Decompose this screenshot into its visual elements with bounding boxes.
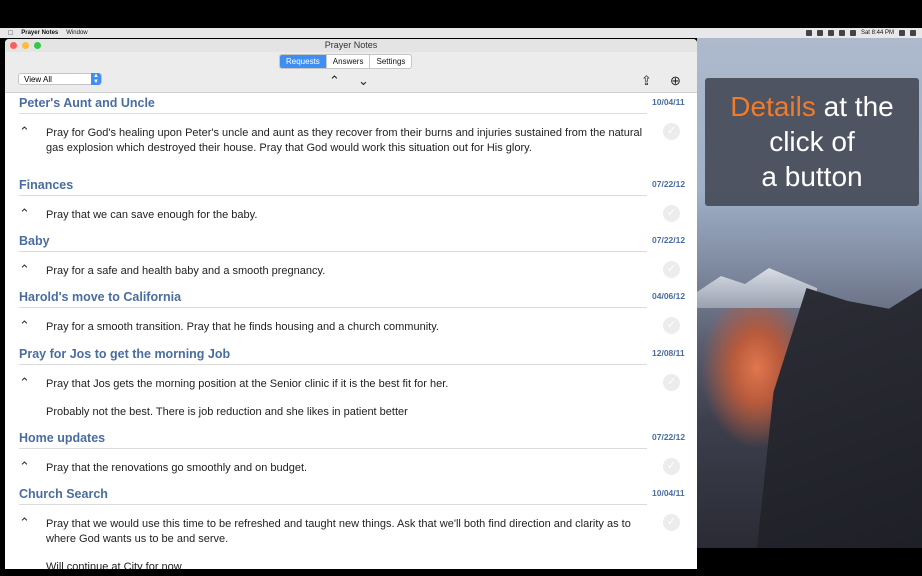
item-text: Pray for a smooth transition. Pray that …	[46, 321, 439, 333]
item-date: 10/04/11	[652, 97, 685, 107]
item-text: Pray that the renovations go smoothly an…	[46, 462, 308, 474]
view-filter-select[interactable]: View All ▲ ▼	[18, 73, 102, 85]
window-titlebar[interactable]: Prayer Notes	[5, 39, 697, 52]
item-note: Probably not the best. There is job redu…	[46, 406, 408, 418]
item-title: Church Search	[19, 487, 108, 501]
divider	[19, 504, 647, 505]
promo-line3: a button	[761, 161, 863, 192]
item-date: 04/06/12	[652, 291, 686, 301]
item-text: Pray for a safe and health baby and a sm…	[46, 265, 326, 277]
close-icon[interactable]	[10, 42, 17, 49]
item-text: Pray for God's healing upon Peter's uncl…	[46, 127, 643, 154]
item-date: 07/22/12	[652, 179, 686, 189]
divider	[19, 448, 647, 449]
divider	[19, 364, 647, 365]
item-title: Peter's Aunt and Uncle	[19, 96, 155, 110]
collapse-chevron-icon[interactable]: ⌃	[19, 207, 30, 220]
menubar-status-area: Sat 8:44 PM	[805, 28, 916, 38]
menubar-window-menu[interactable]: Window	[66, 30, 87, 36]
macos-menubar:  Prayer Notes Window Sat 8:44 PM	[0, 28, 922, 38]
promo-line2: click of	[769, 126, 855, 157]
item-title: Home updates	[19, 431, 106, 445]
collapse-chevron-icon[interactable]: ⌃	[19, 460, 30, 473]
promo-caption: Details at the click of a button	[705, 78, 919, 206]
mark-answered-check-icon[interactable]: ✓	[663, 261, 680, 278]
view-filter-value: View All	[24, 75, 52, 84]
zoom-icon[interactable]	[34, 42, 41, 49]
collapse-chevron-icon[interactable]: ⌃	[19, 263, 30, 276]
divider	[19, 195, 647, 196]
mark-answered-check-icon[interactable]: ✓	[663, 317, 680, 334]
divider	[19, 307, 647, 308]
item-text: Pray that we would use this time to be r…	[46, 518, 631, 545]
tab-settings[interactable]: Settings	[369, 55, 411, 68]
mark-answered-check-icon[interactable]: ✓	[663, 458, 680, 475]
updown-caret-icon: ▲ ▼	[91, 73, 101, 85]
mark-answered-check-icon[interactable]: ✓	[663, 205, 680, 222]
tab-requests[interactable]: Requests	[280, 55, 326, 68]
item-date: 10/04/11	[652, 488, 685, 498]
menubar-app-name[interactable]: Prayer Notes	[21, 30, 58, 36]
divider	[19, 113, 647, 114]
wallpaper-cliff	[757, 288, 922, 548]
status-icon[interactable]	[827, 30, 834, 36]
collapse-chevron-icon[interactable]: ⌃	[19, 319, 30, 332]
share-icon[interactable]: ⇪	[641, 73, 652, 89]
window-controls	[10, 42, 41, 49]
menubar-clock[interactable]: Sat 8:44 PM	[861, 30, 894, 36]
requests-list: Peter's Aunt and Uncle 10/04/11 ⌃ Pray f…	[5, 92, 697, 569]
item-date: 12/08/11	[652, 348, 685, 358]
item-title: Harold's move to California	[19, 290, 182, 304]
toolbar: Requests Answers Settings View All ▲ ▼ ⌃ …	[5, 52, 697, 93]
wallpaper-snow	[697, 268, 817, 308]
collapse-chevron-icon[interactable]: ⌃	[19, 516, 30, 529]
collapse-chevron-icon[interactable]: ⌃	[19, 376, 30, 389]
battery-icon[interactable]	[849, 30, 856, 36]
collapse-chevron-icon[interactable]: ⌃	[19, 125, 30, 138]
divider	[19, 251, 647, 252]
item-date: 07/22/12	[652, 235, 686, 245]
minimize-icon[interactable]	[22, 42, 29, 49]
item-title: Finances	[19, 178, 74, 192]
item-text: Pray that we can save enough for the bab…	[46, 209, 258, 221]
item-text: Pray that Jos gets the morning position …	[46, 378, 449, 390]
tab-answers[interactable]: Answers	[325, 55, 370, 68]
apple-icon[interactable]: 	[8, 30, 13, 37]
add-icon[interactable]: ⊕	[670, 73, 681, 89]
app-window: Prayer Notes Requests Answers Settings V…	[5, 39, 697, 569]
mark-answered-check-icon[interactable]: ✓	[663, 123, 680, 140]
promo-line1: at the	[815, 91, 894, 122]
item-title: Pray for Jos to get the morning Job	[19, 347, 231, 361]
status-icon[interactable]	[816, 30, 823, 36]
item-note: Will continue at City for now	[46, 561, 182, 569]
collapse-all-icon[interactable]: ⌃	[329, 73, 340, 89]
search-icon[interactable]	[899, 30, 905, 36]
promo-accent: Details	[730, 91, 816, 122]
status-icon[interactable]	[805, 30, 812, 36]
mark-answered-check-icon[interactable]: ✓	[663, 514, 680, 531]
tab-segmented-control: Requests Answers Settings	[279, 54, 413, 69]
wifi-icon[interactable]	[838, 30, 845, 36]
mark-answered-check-icon[interactable]: ✓	[663, 374, 680, 391]
expand-all-icon[interactable]: ⌄	[358, 73, 369, 89]
item-title: Baby	[19, 234, 50, 248]
window-title: Prayer Notes	[324, 40, 378, 50]
list-icon[interactable]	[910, 30, 916, 36]
item-date: 07/22/12	[652, 432, 686, 442]
